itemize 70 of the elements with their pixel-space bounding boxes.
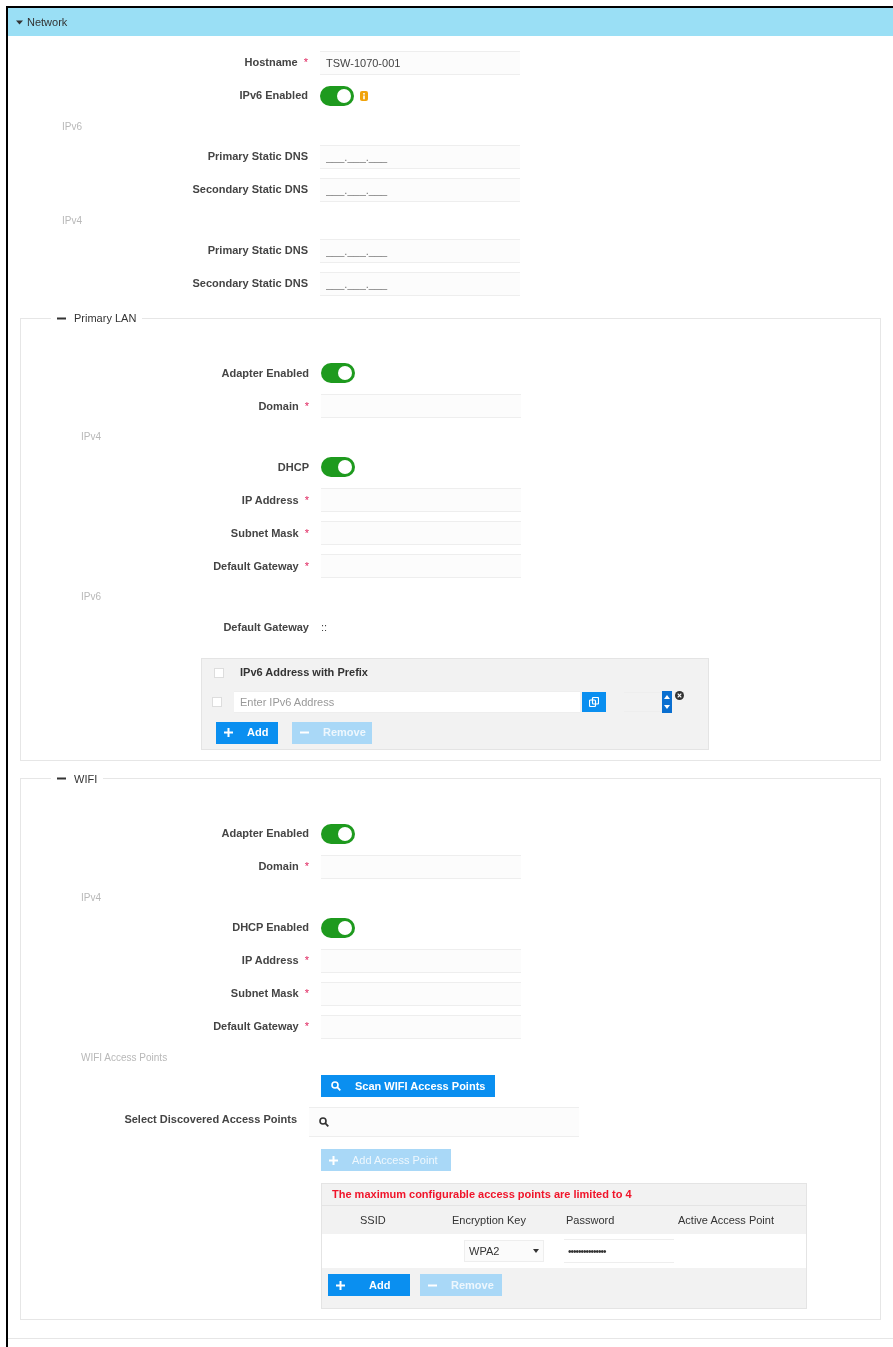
plus-icon xyxy=(224,728,233,737)
copy-button[interactable] xyxy=(582,691,606,712)
column-header: IPv6 Address with Prefix xyxy=(240,665,368,681)
section-toggle[interactable]: Primary LAN xyxy=(51,310,143,327)
copy-icon xyxy=(589,696,599,707)
input-field[interactable]: ___.___.___ xyxy=(320,177,520,202)
input-field[interactable]: ___.___.___ xyxy=(320,144,520,169)
spinner-icon xyxy=(662,690,672,713)
password-field[interactable]: ••••••••••••••• xyxy=(564,1239,674,1263)
toggle-switch[interactable] xyxy=(321,823,355,844)
field-label: Hostname xyxy=(244,55,298,71)
field-label: Primary Static DNS xyxy=(207,243,308,259)
checkbox[interactable] xyxy=(212,696,222,707)
group-label: IPv6 xyxy=(62,119,82,134)
column-header: Active Access Point xyxy=(677,1212,775,1228)
close-icon xyxy=(675,690,684,700)
toggle-switch[interactable] xyxy=(321,917,355,938)
section-toggle[interactable]: WIFI xyxy=(51,770,104,787)
group-label: IPv4 xyxy=(62,213,82,228)
group-label: IPv4 xyxy=(81,890,101,905)
field-label: Primary Static DNS xyxy=(207,149,308,165)
input-field[interactable]: ___.___.___ xyxy=(320,238,520,263)
field-label: Secondary Static DNS xyxy=(192,276,308,292)
field-label: Default Gateway xyxy=(213,558,299,574)
column-header: SSID xyxy=(359,1212,387,1228)
search-icon xyxy=(331,1081,341,1091)
checkbox[interactable] xyxy=(214,667,224,678)
caret-icon xyxy=(533,1249,539,1253)
field-label: Secondary Static DNS xyxy=(192,182,308,198)
field-label: Subnet Mask xyxy=(230,525,299,541)
toggle-switch[interactable] xyxy=(321,457,355,477)
field-label: IP Address xyxy=(241,492,299,508)
required-mark: * xyxy=(303,55,308,71)
input-field[interactable]: TSW-1070-001 xyxy=(320,50,520,75)
plus-icon xyxy=(329,1155,338,1165)
field-label: Adapter Enabled xyxy=(221,826,309,842)
field-label: IPv6 Enabled xyxy=(239,88,308,104)
required-mark: * xyxy=(304,525,309,541)
input-field[interactable]: Enter IPv6 Address xyxy=(234,690,580,713)
group-label: WIFI Access Points xyxy=(81,1050,168,1065)
group-label: IPv4 xyxy=(81,430,101,444)
required-mark: * xyxy=(304,492,309,508)
toggle-switch[interactable] xyxy=(321,363,355,383)
field-label: Subnet Mask xyxy=(230,986,299,1002)
required-mark: * xyxy=(304,859,309,875)
required-mark: * xyxy=(304,953,309,969)
field-label: Adapter Enabled xyxy=(221,365,309,381)
field-label: Domain xyxy=(258,859,299,875)
field-label: Default Gateway xyxy=(223,619,309,635)
field-label: DHCP xyxy=(277,459,309,475)
field-label: IP Address xyxy=(241,953,299,969)
search-icon xyxy=(319,1117,329,1127)
required-mark: * xyxy=(304,398,309,414)
warning-text: The maximum configurable access points are limited to 4 xyxy=(322,1184,806,1206)
field-label: Default Gateway xyxy=(213,1019,299,1035)
column-header: Password xyxy=(565,1212,616,1228)
field-label: DHCP Enabled xyxy=(232,920,309,936)
required-mark: * xyxy=(304,986,309,1002)
group-label: IPv6 xyxy=(81,590,101,604)
toggle-switch[interactable] xyxy=(320,85,354,106)
required-mark: * xyxy=(304,1019,309,1035)
field-label: Select Discovered Access Points xyxy=(123,1112,298,1127)
section-header[interactable]: Network xyxy=(8,8,893,36)
dropdown[interactable]: WPA2 xyxy=(464,1240,544,1262)
required-mark: * xyxy=(304,558,309,574)
input-field[interactable]: ___.___.___ xyxy=(320,271,520,296)
plus-icon xyxy=(336,1280,345,1290)
field-label: Domain xyxy=(258,398,299,414)
column-header: Encryption Key xyxy=(451,1212,527,1228)
field-value: :: xyxy=(321,619,328,635)
